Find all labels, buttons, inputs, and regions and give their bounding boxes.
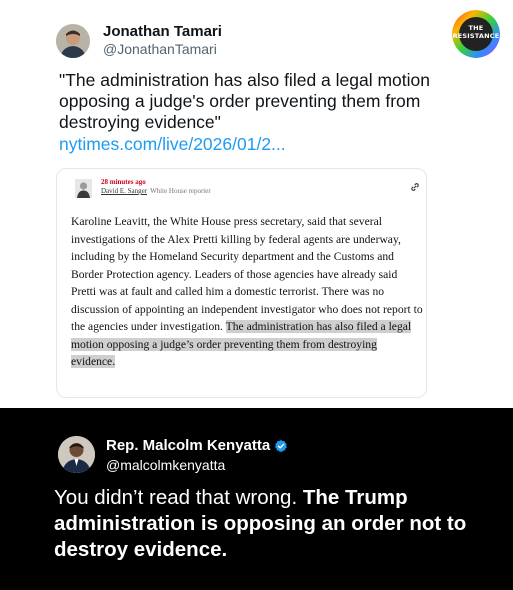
author-avatar[interactable] (56, 24, 90, 58)
logo-text-line2: RESISTANCE (452, 32, 500, 40)
author-name[interactable]: Rep. Malcolm Kenyatta (106, 437, 270, 454)
author-avatar[interactable] (58, 436, 95, 473)
reporter-byline: David E. Sanger White House reporter (101, 187, 211, 195)
reporter-avatar (75, 179, 92, 198)
resistance-logo: THE RESISTANCE (452, 10, 500, 58)
reporter-name[interactable]: David E. Sanger (101, 187, 147, 195)
post-timestamp: 28 minutes ago (101, 178, 146, 186)
article-body-text: Karoline Leavitt, the White House press … (71, 215, 423, 333)
verified-badge-icon (275, 439, 288, 452)
logo-text-line1: THE (468, 24, 484, 32)
main-tweet-panel: Rep. Malcolm Kenyatta @malcolmkenyatta Y… (0, 408, 513, 590)
article-link[interactable]: nytimes.com/live/2026/01/2... (59, 134, 286, 155)
tweet-text: "The administration has also filed a leg… (59, 70, 430, 132)
author-name[interactable]: Jonathan Tamari (103, 23, 222, 40)
author-handle[interactable]: @JonathanTamari (103, 41, 217, 57)
author-name-row: Rep. Malcolm Kenyatta (106, 437, 288, 454)
author-handle[interactable]: @malcolmkenyatta (106, 457, 225, 473)
tweet-text: You didn’t read that wrong. The Trump ad… (54, 485, 494, 563)
quoted-tweet-panel: Jonathan Tamari @JonathanTamari THE RESI… (0, 0, 513, 408)
article-body: Karoline Leavitt, the White House press … (71, 213, 423, 371)
link-icon[interactable] (409, 180, 421, 192)
article-screenshot-card[interactable]: 28 minutes ago David E. Sanger White Hous… (56, 168, 427, 398)
tweet-text-plain: You didn’t read that wrong. (54, 486, 298, 509)
reporter-role: White House reporter (150, 187, 211, 195)
